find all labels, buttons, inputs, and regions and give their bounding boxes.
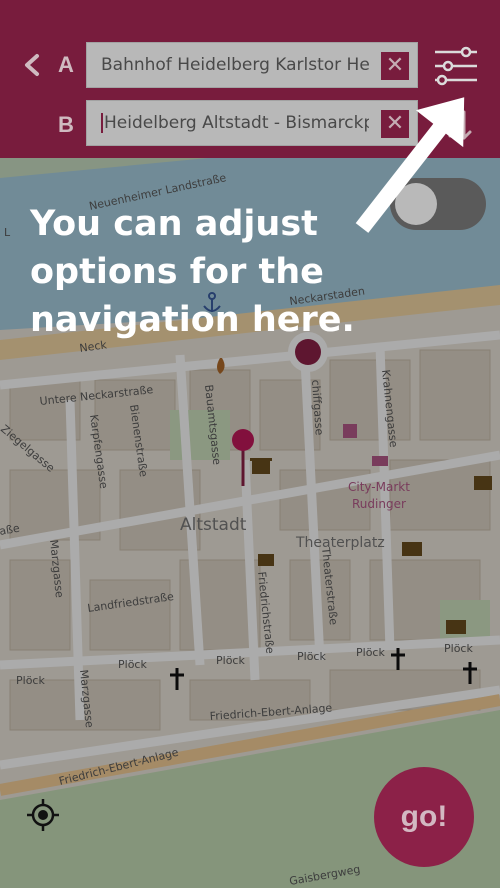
tutorial-tooltip-text: You can adjust options for the navigatio…: [30, 204, 355, 340]
header-dim-overlay: [0, 0, 500, 158]
go-button[interactable]: go!: [374, 767, 474, 867]
map-layer-toggle[interactable]: [390, 178, 486, 230]
go-button-label: go!: [400, 800, 448, 833]
crosshair-icon[interactable]: [26, 798, 60, 832]
toggle-knob: [395, 183, 437, 225]
route-header: A Bahnhof Heidelberg Karlstor He ✕ B Hei…: [0, 0, 500, 158]
